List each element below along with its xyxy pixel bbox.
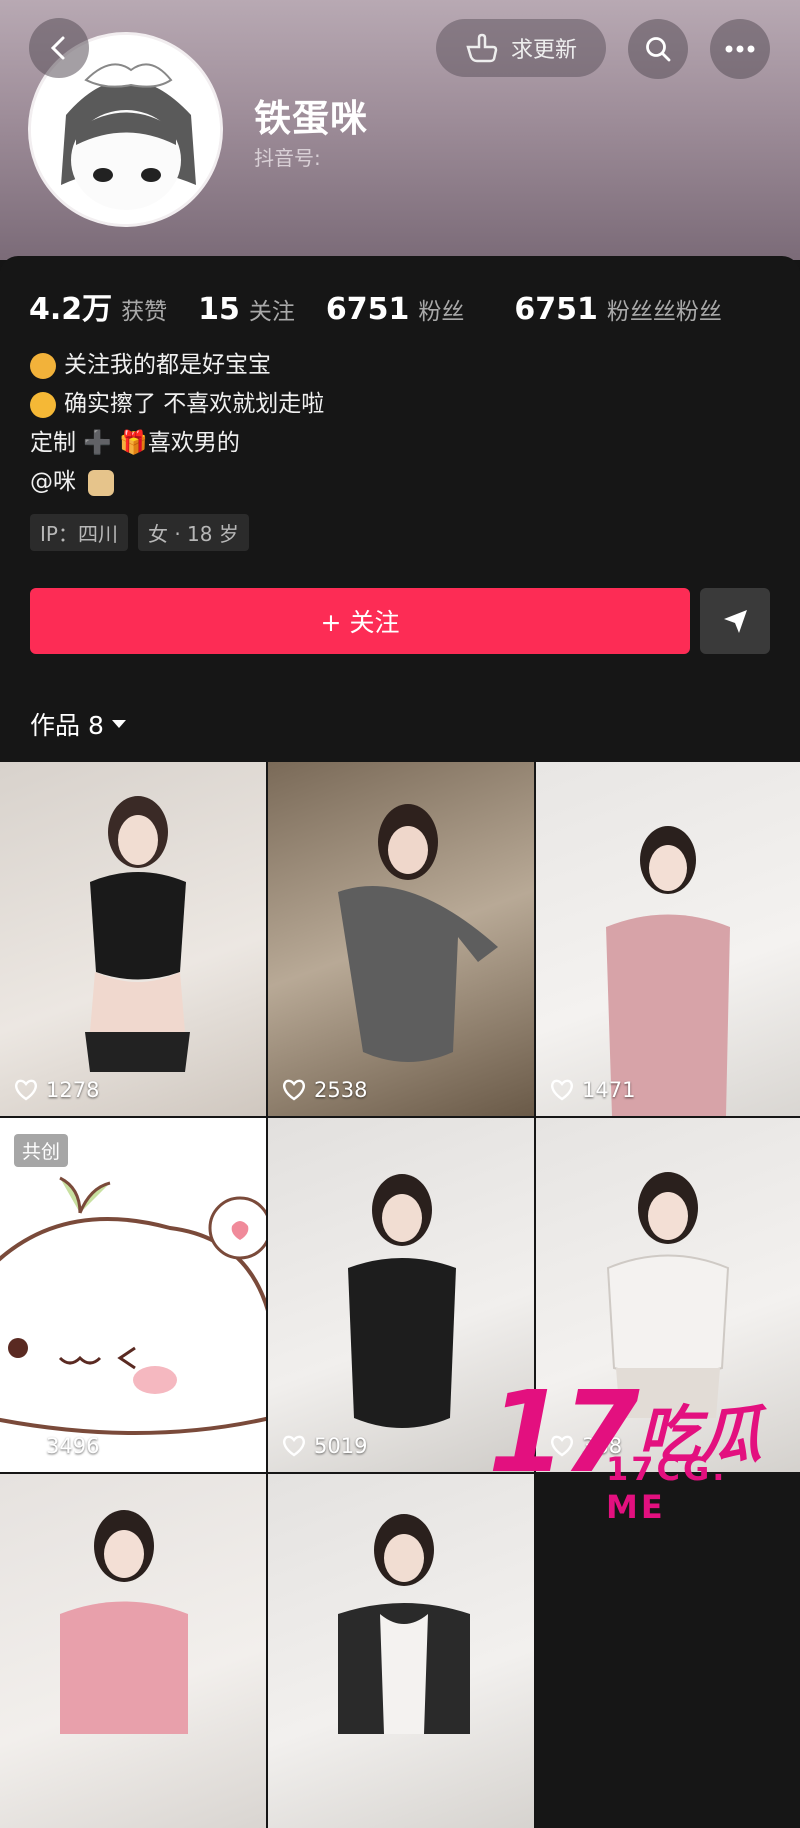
video-thumbnail[interactable]: 1471 [536,762,800,1116]
like-count: 2538 [282,1078,367,1102]
gender-age-tag: 女 · 18 岁 [137,514,249,551]
share-button[interactable] [700,588,770,654]
like-count: 1278 [14,1078,99,1102]
works-label: 作品 8 [30,711,104,740]
chevron-left-icon [50,36,65,60]
video-thumbnail[interactable]: 共创 3496 [0,1118,266,1472]
bio-line: 定制 ➕ 🎁喜欢男的 [30,424,324,463]
profile-tags: IP：四川 女 · 18 岁 [30,514,249,551]
stat-likes[interactable]: 4.2万 获赞 [29,284,167,328]
video-thumbnail[interactable]: 2538 [268,762,534,1116]
stats-row: 4.2万 获赞 15 关注 6751 粉丝 6751 粉丝丝粉丝 [29,284,753,328]
video-image [0,1176,266,1435]
bio-text: 定制 ➕ 🎁喜欢男的 [30,430,240,456]
more-dots-icon [725,45,755,53]
video-image [85,796,190,1072]
like-count-value: 5019 [314,1434,368,1458]
bio-text: 确实擦了 不喜欢就划走啦 [64,391,325,417]
stat-value: 6751 [514,292,598,327]
squint-tongue-icon [30,391,56,418]
mention-text[interactable]: @咪 [30,463,76,502]
profile-name: 铁蛋咪 [254,97,368,140]
caret-down-icon [111,720,126,728]
heart-icon [551,1079,573,1101]
video-grid: 1278 2538 1471 共创 3496 5019 368 [0,762,800,1828]
follow-button[interactable]: + 关注 [30,588,690,654]
site-watermark: 17 吃瓜 17CG. ME [488,1377,788,1526]
works-tab[interactable]: 作品 8 [30,706,128,742]
like-count-value: 2538 [314,1078,368,1102]
video-thumbnail[interactable] [0,1474,266,1828]
heart-icon [15,1079,37,1101]
video-thumbnail[interactable] [268,1474,534,1828]
heart-icon [283,1435,305,1457]
video-image [60,1510,188,1734]
like-count-value: 1278 [46,1078,100,1102]
ip-location-tag: IP：四川 [30,514,128,551]
like-count-value: 3496 [46,1434,100,1458]
cat-face-icon [30,352,56,379]
video-image [338,804,498,1062]
heart-icon [283,1079,305,1101]
bio-line: 关注我的都是好宝宝 [30,346,324,385]
stat-label: 粉丝 [418,299,465,325]
video-image [606,826,730,1116]
back-button[interactable] [29,18,89,78]
like-count: 3496 [14,1434,99,1458]
search-icon [646,37,671,62]
video-image [338,1514,470,1734]
stat-value: 4.2万 [29,292,113,327]
video-thumbnail[interactable]: 1278 [0,762,266,1116]
house-icon [88,469,114,496]
stat-label: 粉丝丝粉丝 [606,299,722,325]
like-count: 5019 [282,1434,367,1458]
empty-cell [536,1474,800,1828]
pointing-hand-icon [466,33,498,63]
send-arrow-icon [724,610,747,633]
stat-label: 关注 [248,299,295,325]
like-count: 1471 [550,1078,635,1102]
co-create-badge: 共创 [14,1134,69,1167]
like-count-value: 1471 [582,1078,636,1102]
watermark-url: 17CG. ME [606,1450,728,1526]
account-id-label: 抖音号: [254,146,321,170]
stat-followers[interactable]: 6751 粉丝 [326,292,465,327]
stat-value: 6751 [325,292,410,327]
bio-line: 确实擦了 不喜欢就划走啦 [30,385,324,424]
bio-line[interactable]: @咪 [30,463,324,502]
bio: 关注我的都是好宝宝 确实擦了 不喜欢就划走啦 定制 ➕ 🎁喜欢男的 @咪 [30,346,324,502]
request-update-label: 求更新 [510,38,577,63]
stat-label: 获赞 [121,299,168,325]
bio-text: 关注我的都是好宝宝 [64,352,271,378]
stat-fans-of-fans[interactable]: 6751 粉丝丝粉丝 [514,292,722,327]
request-update-button[interactable]: 求更新 [436,19,606,77]
more-button[interactable] [710,19,770,79]
search-button[interactable] [628,19,688,79]
stat-following[interactable]: 15 关注 [198,292,295,327]
heart-icon [15,1435,37,1457]
stat-value: 15 [198,292,240,327]
